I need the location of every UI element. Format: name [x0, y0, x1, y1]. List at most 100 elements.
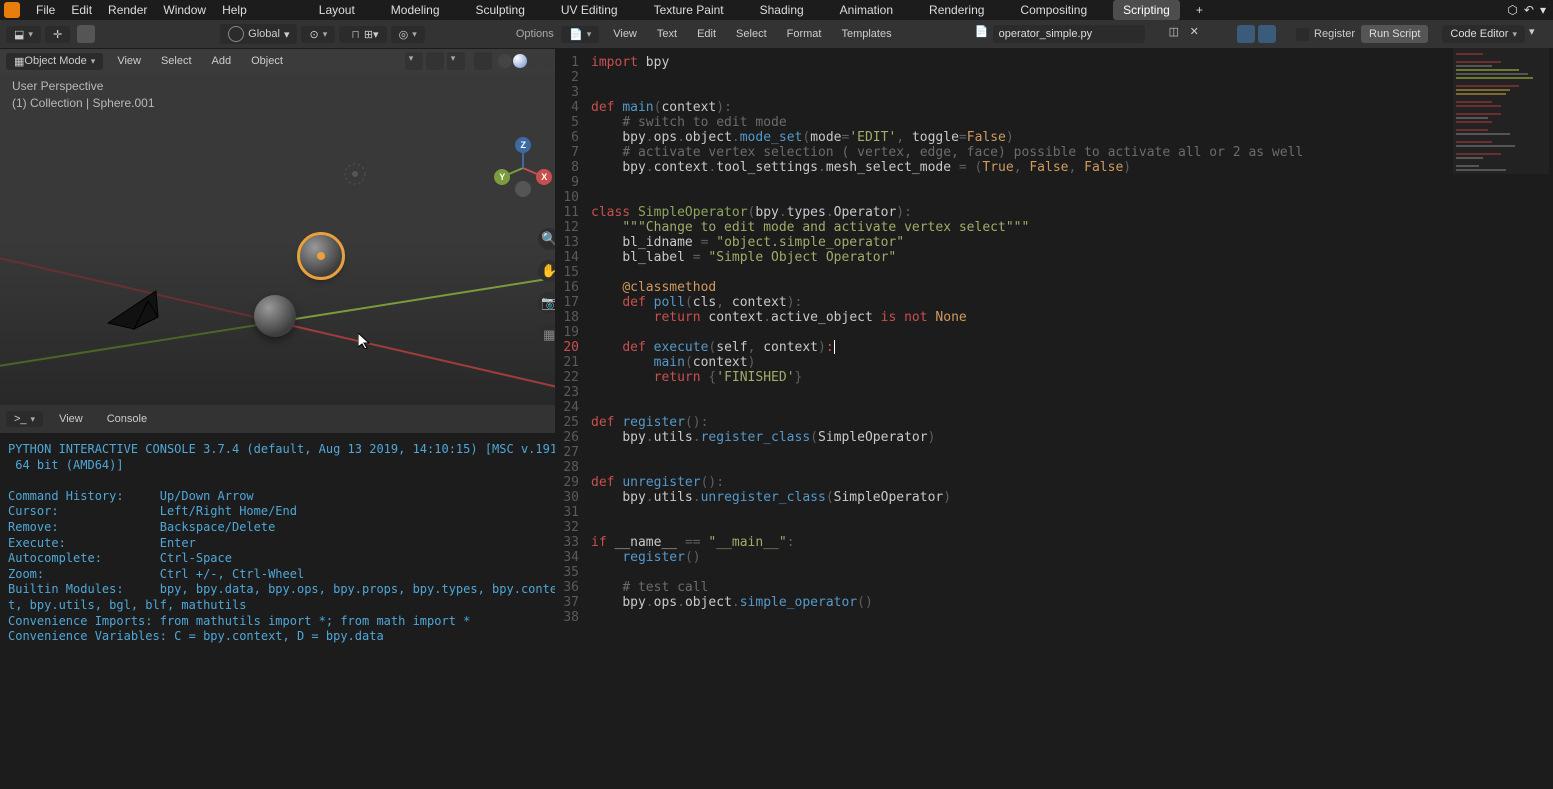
transform-orientation-dropdown[interactable]: Global ▾ — [220, 24, 297, 44]
menu-window[interactable]: Window — [163, 3, 206, 17]
ed-menu-select[interactable]: Select — [736, 28, 767, 40]
tab-rendering[interactable]: Rendering — [919, 0, 994, 20]
line-numbers-icon[interactable] — [1216, 25, 1234, 43]
viewport-text-overlay: User Perspective (1) Collection | Sphere… — [12, 79, 155, 113]
vp-menu-view[interactable]: View — [117, 55, 141, 67]
tab-layout[interactable]: Layout — [309, 0, 365, 20]
shading-lookdev-icon[interactable] — [528, 54, 542, 68]
text-editor-icon: 📄 — [569, 28, 583, 41]
viewport-header: ⬓ ✛ Global ▾ ⊙ ⊓ ⊞▾ — [0, 20, 572, 49]
word-wrap-icon[interactable] — [1237, 25, 1255, 43]
console-menu-view[interactable]: View — [59, 413, 83, 425]
proportional-edit-dropdown[interactable]: ◎ — [391, 26, 425, 43]
console-body[interactable]: PYTHON INTERACTIVE CONSOLE 3.7.4 (defaul… — [0, 434, 572, 789]
camera-object[interactable] — [98, 281, 168, 334]
select-mode-2-icon[interactable] — [129, 25, 147, 43]
viewport-floor — [0, 73, 572, 406]
tab-compositing[interactable]: Compositing — [1010, 0, 1097, 20]
console-editor-type-dropdown[interactable]: >_ — [6, 411, 43, 427]
ed-menu-view[interactable]: View — [613, 28, 637, 40]
browse-datablock-icon[interactable]: 📄 — [975, 25, 993, 43]
light-object[interactable] — [340, 159, 370, 192]
select-mode-3-icon[interactable] — [150, 25, 168, 43]
register-label: Register — [1314, 28, 1355, 40]
minimap[interactable] — [1453, 48, 1549, 174]
top-menu-bar: File Edit Render Window Help Layout Mode… — [0, 0, 1553, 20]
syntax-highlight-icon[interactable] — [1258, 25, 1276, 43]
console-output: PYTHON INTERACTIVE CONSOLE 3.7.4 (defaul… — [0, 434, 572, 653]
select-box-icon[interactable] — [77, 25, 95, 43]
select-mode-5-icon[interactable] — [192, 25, 210, 43]
vp-menu-object[interactable]: Object — [251, 55, 283, 67]
chevron-down-icon[interactable]: ▾ — [1540, 3, 1546, 17]
editor-mode-dropdown[interactable]: Code Editor — [1442, 25, 1525, 43]
viewport-area: ⬓ ✛ Global ▾ ⊙ ⊓ ⊞▾ — [0, 20, 572, 405]
cursor-tool-icon[interactable]: ✛ — [45, 26, 70, 43]
snap-increment-icon: ⊞ — [364, 28, 373, 41]
mouse-cursor-icon — [358, 333, 370, 352]
editor-header: 📄 View Text Edit Select Format Templates… — [555, 20, 1553, 49]
sphere-object[interactable] — [254, 295, 296, 337]
menu-render[interactable]: Render — [108, 3, 147, 17]
blender-icon — [4, 2, 20, 18]
text-editor-type-dropdown[interactable]: 📄 — [561, 26, 599, 43]
ed-menu-format[interactable]: Format — [787, 28, 822, 40]
collection-label: (1) Collection | Sphere.001 — [12, 96, 155, 110]
sphere-001-object[interactable] — [300, 235, 342, 277]
viewport-subheader: ▦ Object Mode View Select Add Object — [0, 49, 572, 73]
top-right-icons: ⬡ ↶ ▾ — [1504, 3, 1549, 17]
console-header: >_ View Console — [0, 405, 572, 434]
console-icon: >_ — [14, 413, 27, 425]
vp-menu-select[interactable]: Select — [161, 55, 192, 67]
shading-wireframe-icon[interactable] — [498, 54, 512, 68]
shading-solid-icon[interactable] — [513, 54, 527, 68]
tab-uv-editing[interactable]: UV Editing — [551, 0, 628, 20]
back-icon[interactable]: ↶ — [1524, 3, 1534, 17]
code-body[interactable]: import bpy def main(context): # switch t… — [585, 49, 1553, 789]
menu-file[interactable]: File — [36, 3, 55, 17]
editor-extra-icon[interactable]: ▾ — [1529, 25, 1547, 43]
filename-input[interactable] — [993, 25, 1145, 43]
line-gutter: 1234567891011121314151617181920212223242… — [555, 49, 585, 789]
mode-dropdown[interactable]: ▦ Object Mode — [6, 53, 103, 70]
run-script-button[interactable]: Run Script — [1361, 25, 1428, 43]
code-editor[interactable]: 1234567891011121314151617181920212223242… — [555, 49, 1553, 789]
console-area: >_ View Console PYTHON INTERACTIVE CONSO… — [0, 405, 572, 789]
visibility-dropdown[interactable] — [405, 52, 423, 70]
globe-icon — [228, 26, 244, 42]
tab-sculpting[interactable]: Sculpting — [466, 0, 535, 20]
nav-gizmo[interactable]: Z Y X — [496, 141, 550, 195]
tab-animation[interactable]: Animation — [830, 0, 903, 20]
ed-menu-templates[interactable]: Templates — [841, 28, 891, 40]
vp-menu-add[interactable]: Add — [212, 55, 232, 67]
tab-shading[interactable]: Shading — [750, 0, 814, 20]
ed-menu-edit[interactable]: Edit — [697, 28, 716, 40]
viewport-canvas[interactable]: User Perspective (1) Collection | Sphere… — [0, 73, 572, 406]
scene-icon[interactable]: ⬡ — [1507, 3, 1517, 17]
pivot-dropdown[interactable]: ⊙ — [301, 26, 335, 43]
mode-label: Object Mode — [24, 55, 86, 67]
register-checkbox[interactable] — [1296, 28, 1309, 41]
perspective-label: User Perspective — [12, 79, 155, 93]
tab-texture-paint[interactable]: Texture Paint — [644, 0, 734, 20]
menu-help[interactable]: Help — [222, 3, 247, 17]
gizmo-toggle-icon[interactable] — [426, 52, 444, 70]
xray-icon[interactable] — [474, 52, 492, 70]
menu-edit[interactable]: Edit — [71, 3, 92, 17]
new-text-icon[interactable]: ◫ — [1169, 25, 1187, 43]
unlink-icon[interactable]: ✕ — [1190, 25, 1208, 43]
object-mode-icon: ▦ — [14, 55, 24, 68]
select-mode-4-icon[interactable] — [171, 25, 189, 43]
add-workspace-icon[interactable]: + — [1196, 3, 1203, 17]
datablock-shield-icon[interactable] — [1148, 25, 1166, 43]
console-menu-console[interactable]: Console — [107, 413, 147, 425]
shading-modes — [498, 54, 557, 68]
select-mode-1-icon[interactable] — [108, 25, 126, 43]
tab-modeling[interactable]: Modeling — [381, 0, 450, 20]
snap-toggle[interactable]: ⊓ ⊞▾ — [339, 26, 386, 43]
overlays-dropdown[interactable] — [447, 52, 465, 70]
editor-type-dropdown[interactable]: ⬓ — [6, 26, 41, 43]
tab-scripting[interactable]: Scripting — [1113, 0, 1180, 20]
text-editor-area: 📄 View Text Edit Select Format Templates… — [555, 20, 1553, 789]
ed-menu-text[interactable]: Text — [657, 28, 677, 40]
